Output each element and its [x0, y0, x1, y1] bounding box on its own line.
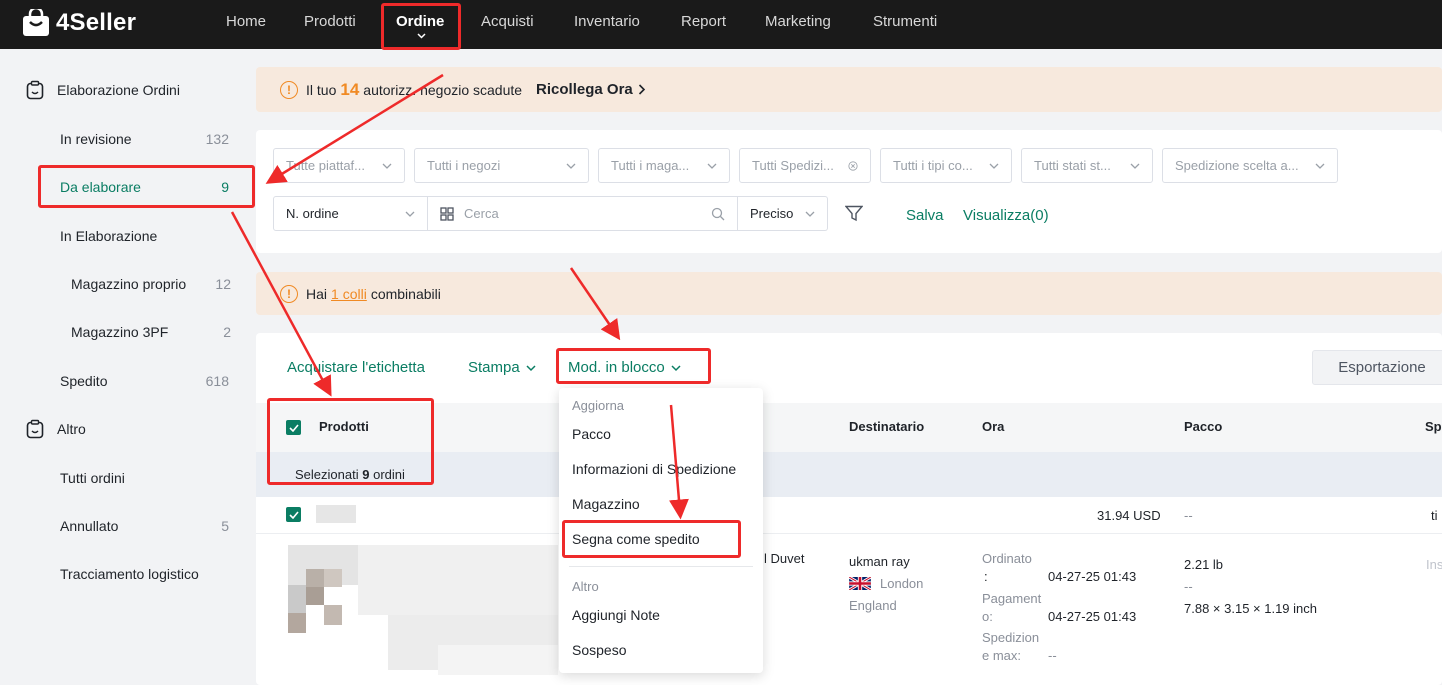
annotation-arrows: [230, 73, 689, 520]
arrow-to-bulk: [569, 267, 621, 341]
arrow-to-mark-shipped: [668, 404, 689, 520]
arrow-to-prodotti: [230, 211, 332, 397]
arrow-to-da-elaborare: [265, 73, 444, 184]
